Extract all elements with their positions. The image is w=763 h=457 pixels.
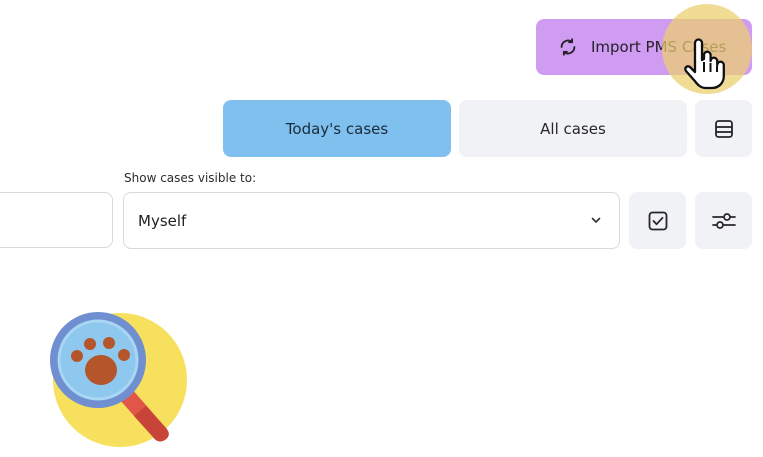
select-cases-button[interactable]	[629, 192, 686, 249]
visibility-select[interactable]: Myself	[123, 192, 620, 249]
sliders-icon	[711, 212, 736, 229]
checkbox-icon	[648, 211, 667, 230]
list-view-button[interactable]	[695, 100, 752, 157]
tab-todays-cases[interactable]: Today's cases	[223, 100, 451, 157]
tab-all-cases-label: All cases	[540, 119, 606, 138]
visibility-caption: Show cases visible to:	[124, 171, 257, 185]
search-field[interactable]	[0, 192, 113, 248]
visibility-select-value: Myself	[138, 211, 187, 230]
tab-all-cases[interactable]: All cases	[459, 100, 687, 157]
paw-magnifier-illustration	[50, 312, 187, 447]
import-button-label: Import PMS Cases	[591, 38, 727, 56]
import-pms-cases-button[interactable]: Import PMS Cases	[536, 19, 752, 75]
chevron-down-icon	[591, 217, 601, 223]
tab-todays-cases-label: Today's cases	[285, 119, 389, 138]
list-view-icon	[714, 119, 733, 138]
filters-button[interactable]	[695, 192, 752, 249]
sync-icon	[560, 38, 576, 56]
